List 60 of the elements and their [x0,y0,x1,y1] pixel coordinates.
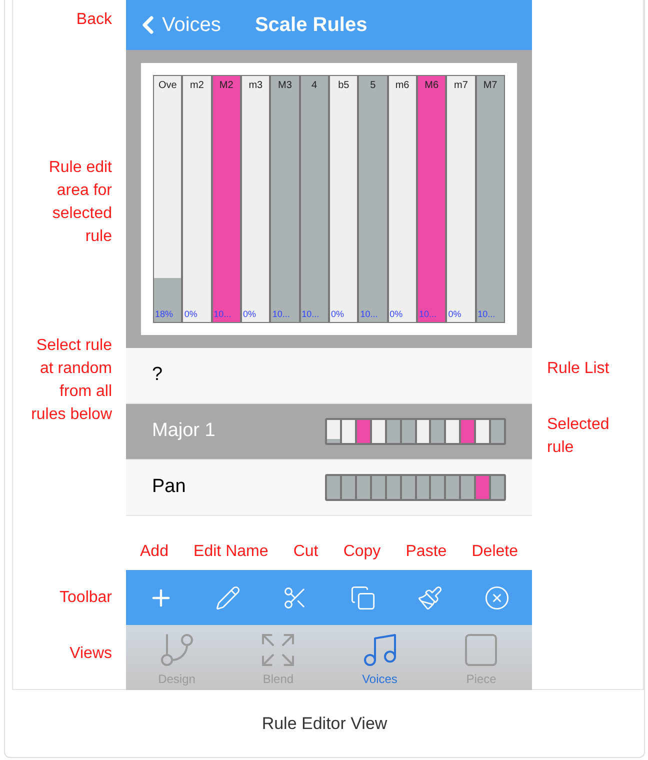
annotation-label: Edit Name [194,542,268,562]
brush-icon [416,584,443,610]
interval-label: m7 [452,79,469,93]
percent-value: 10... [360,308,378,320]
interval-column[interactable]: Ove 18% [153,75,182,323]
annotation-label: Copy [343,542,381,562]
annotation-label: Select rule at random from all rules below [31,336,112,425]
interval-column[interactable]: M7 10... [476,75,505,323]
interval-column[interactable]: m6 0% [388,75,417,323]
interval-column[interactable]: 4 10... [300,75,329,323]
annotation-label: Back [76,10,112,30]
percent-value: 10... [272,308,290,320]
interval-label: 4 [310,79,318,93]
annotation-label: Cut [293,542,318,562]
interval-column[interactable]: M6 10... [416,75,446,323]
rule-row[interactable]: Pan [126,460,532,516]
interval-label: m6 [394,79,410,93]
circle-x-icon [484,584,510,610]
rule-name: Major 1 [152,419,216,444]
interval-label: Ove [157,79,178,93]
pencil-icon [215,584,242,610]
annotation-label: Delete [472,542,518,562]
annotation-label: Selected rule [547,415,610,458]
rule-name: Pan [152,475,187,500]
interval-column[interactable]: m7 0% [446,75,476,323]
annotation-label: Rule edit area for selected rule [48,158,112,247]
interval-label: m2 [189,79,205,93]
interval-label: M7 [482,79,498,93]
interval-label: 5 [369,79,377,93]
rule-row[interactable]: ? [126,348,532,404]
percent-value: 18% [155,308,174,320]
interval-column[interactable]: M2 10... [212,75,241,323]
interval-label: M6 [424,79,440,93]
screen-title: Scale Rules [254,13,368,38]
rule-name: ? [152,363,164,388]
percent-value: 0% [330,308,344,320]
interval-column[interactable]: m2 0% [182,75,212,323]
interval-column[interactable]: m3 0% [240,75,270,323]
interval-label: b5 [337,79,350,93]
percent-value: 10... [302,308,320,320]
interval-label: m3 [248,79,264,93]
annotation-label: Add [140,542,168,562]
interval-column[interactable]: M3 10... [270,75,300,323]
percent-value: 10... [418,308,436,320]
annotation-label: Views [70,644,112,664]
interval-column[interactable]: 5 10... [358,75,388,323]
percent-value: 10... [214,308,232,320]
percent-value: 10... [478,308,496,320]
percent-value: 0% [242,308,256,320]
interval-column[interactable]: b5 0% [328,75,358,323]
percent-value: 0% [448,308,462,320]
percent-value: 0% [390,308,403,320]
figure-caption: Rule Editor View [262,712,388,735]
annotation-label: Paste [406,542,447,562]
interval-label: M3 [277,79,293,93]
annotation-label: Rule List [547,359,610,379]
annotation-label: Toolbar [60,588,112,608]
percent-value: 0% [184,308,198,320]
interval-label: M2 [218,79,234,93]
copy-icon [350,584,376,610]
